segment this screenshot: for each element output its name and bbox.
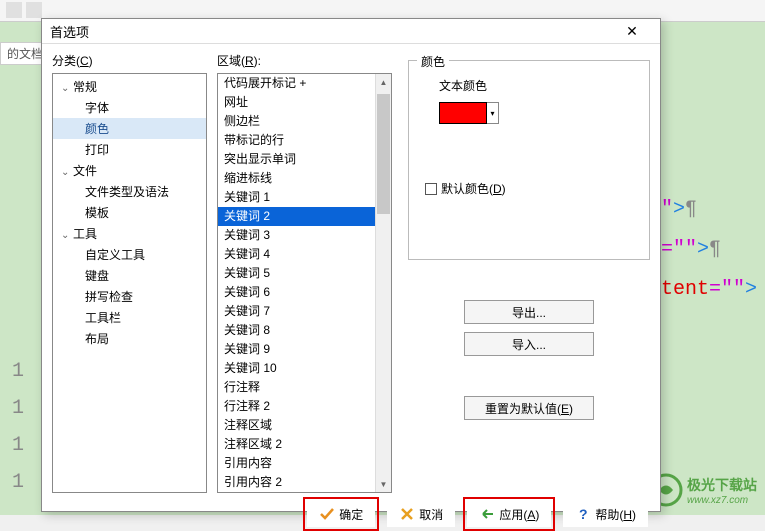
list-item[interactable]: 关键词 2 — [218, 207, 391, 226]
default-color-label: 默认颜色(D) — [441, 180, 506, 197]
close-button[interactable]: ✕ — [612, 19, 652, 43]
watermark: 极光下载站 www.xz7.com — [649, 473, 757, 507]
highlight-ok: 确定 — [303, 497, 379, 531]
scrollbar-thumb[interactable] — [377, 94, 390, 214]
color-dropdown-icon[interactable]: ▾ — [487, 102, 499, 124]
reset-button[interactable]: 重置为默认值(E) — [464, 396, 594, 420]
list-item[interactable]: 行注释 2 — [218, 397, 391, 416]
titlebar: 首选项 ✕ — [42, 19, 660, 44]
highlight-apply: 应用(A) — [463, 497, 555, 531]
color-group-title: 颜色 — [417, 53, 449, 70]
help-button[interactable]: ? 帮助(H) — [563, 501, 648, 527]
list-item[interactable]: 注释区域 — [218, 416, 391, 435]
watermark-en: www.xz7.com — [687, 495, 757, 506]
export-button[interactable]: 导出... — [464, 300, 594, 324]
list-item[interactable]: 代码展开标记 + — [218, 74, 391, 93]
tree-item[interactable]: 打印 — [53, 139, 206, 160]
color-group: 颜色 文本颜色 ▾ 默认颜色(D) — [408, 60, 650, 260]
category-label: 分类(C) — [52, 52, 207, 69]
scroll-up-icon[interactable]: ▲ — [376, 74, 391, 90]
list-item[interactable]: 关键词 1 — [218, 188, 391, 207]
text-color-label: 文本颜色 — [439, 77, 639, 94]
tree-item[interactable]: 键盘 — [53, 265, 206, 286]
apply-icon — [479, 506, 495, 522]
cancel-icon — [399, 506, 415, 522]
tree-item[interactable]: 工具 — [53, 223, 206, 244]
list-item[interactable]: 突出显示单词 — [218, 150, 391, 169]
list-item[interactable]: 关键词 6 — [218, 283, 391, 302]
tree-item[interactable]: 自定义工具 — [53, 244, 206, 265]
tree-item[interactable]: 文件 — [53, 160, 206, 181]
list-item[interactable]: 引用内容 2 — [218, 473, 391, 492]
list-item[interactable]: 注释区域 2 — [218, 435, 391, 454]
list-item[interactable]: 关键词 8 — [218, 321, 391, 340]
tree-item[interactable]: 颜色 — [53, 118, 206, 139]
tree-item[interactable]: 工具栏 — [53, 307, 206, 328]
list-item[interactable]: 关键词 4 — [218, 245, 391, 264]
list-item[interactable]: 网址 — [218, 93, 391, 112]
list-item[interactable]: 侧边栏 — [218, 112, 391, 131]
button-bar: 确定 取消 应用(A) ? 帮助(H) — [42, 497, 660, 531]
preferences-dialog: 首选项 ✕ 分类(C) 常规字体颜色打印文件文件类型及语法模板工具自定义工具键盘… — [41, 18, 661, 512]
default-color-checkbox[interactable] — [425, 183, 437, 195]
cancel-button[interactable]: 取消 — [387, 501, 455, 527]
list-item[interactable]: 关键词 7 — [218, 302, 391, 321]
import-button[interactable]: 导入... — [464, 332, 594, 356]
default-color-row[interactable]: 默认颜色(D) — [425, 180, 639, 197]
toolbar-icon — [6, 2, 22, 18]
color-swatch[interactable] — [439, 102, 487, 124]
toolbar-icon — [26, 2, 42, 18]
check-icon — [319, 506, 335, 522]
watermark-cn: 极光下载站 — [687, 475, 757, 495]
tree-item[interactable]: 模板 — [53, 202, 206, 223]
list-item[interactable]: 带标记的行 — [218, 131, 391, 150]
list-item[interactable]: 关键词 5 — [218, 264, 391, 283]
tree-item[interactable]: 字体 — [53, 97, 206, 118]
list-item[interactable]: 缩进标线 — [218, 169, 391, 188]
ok-button[interactable]: 确定 — [307, 501, 375, 527]
list-item[interactable]: 关键词 10 — [218, 359, 391, 378]
tree-item[interactable]: 常规 — [53, 76, 206, 97]
scroll-down-icon[interactable]: ▼ — [376, 476, 391, 492]
category-tree[interactable]: 常规字体颜色打印文件文件类型及语法模板工具自定义工具键盘拼写检查工具栏布局 — [52, 73, 207, 493]
list-item[interactable]: 关键词 3 — [218, 226, 391, 245]
tree-item[interactable]: 拼写检查 — [53, 286, 206, 307]
region-listbox[interactable]: 代码展开标记 +网址侧边栏带标记的行突出显示单词缩进标线关键词 1关键词 2关键… — [217, 73, 392, 493]
scrollbar[interactable]: ▲ ▼ — [375, 74, 391, 492]
tree-item[interactable]: 文件类型及语法 — [53, 181, 206, 202]
list-item[interactable]: 引用内容 — [218, 454, 391, 473]
apply-button[interactable]: 应用(A) — [467, 501, 551, 527]
list-item[interactable]: 关键词 9 — [218, 340, 391, 359]
list-item[interactable]: 行注释 — [218, 378, 391, 397]
dialog-title: 首选项 — [50, 22, 612, 41]
help-icon: ? — [575, 506, 591, 522]
region-label: 区域(R): — [217, 52, 392, 69]
tree-item[interactable]: 布局 — [53, 328, 206, 349]
line-numbers: 1111 — [12, 360, 24, 494]
